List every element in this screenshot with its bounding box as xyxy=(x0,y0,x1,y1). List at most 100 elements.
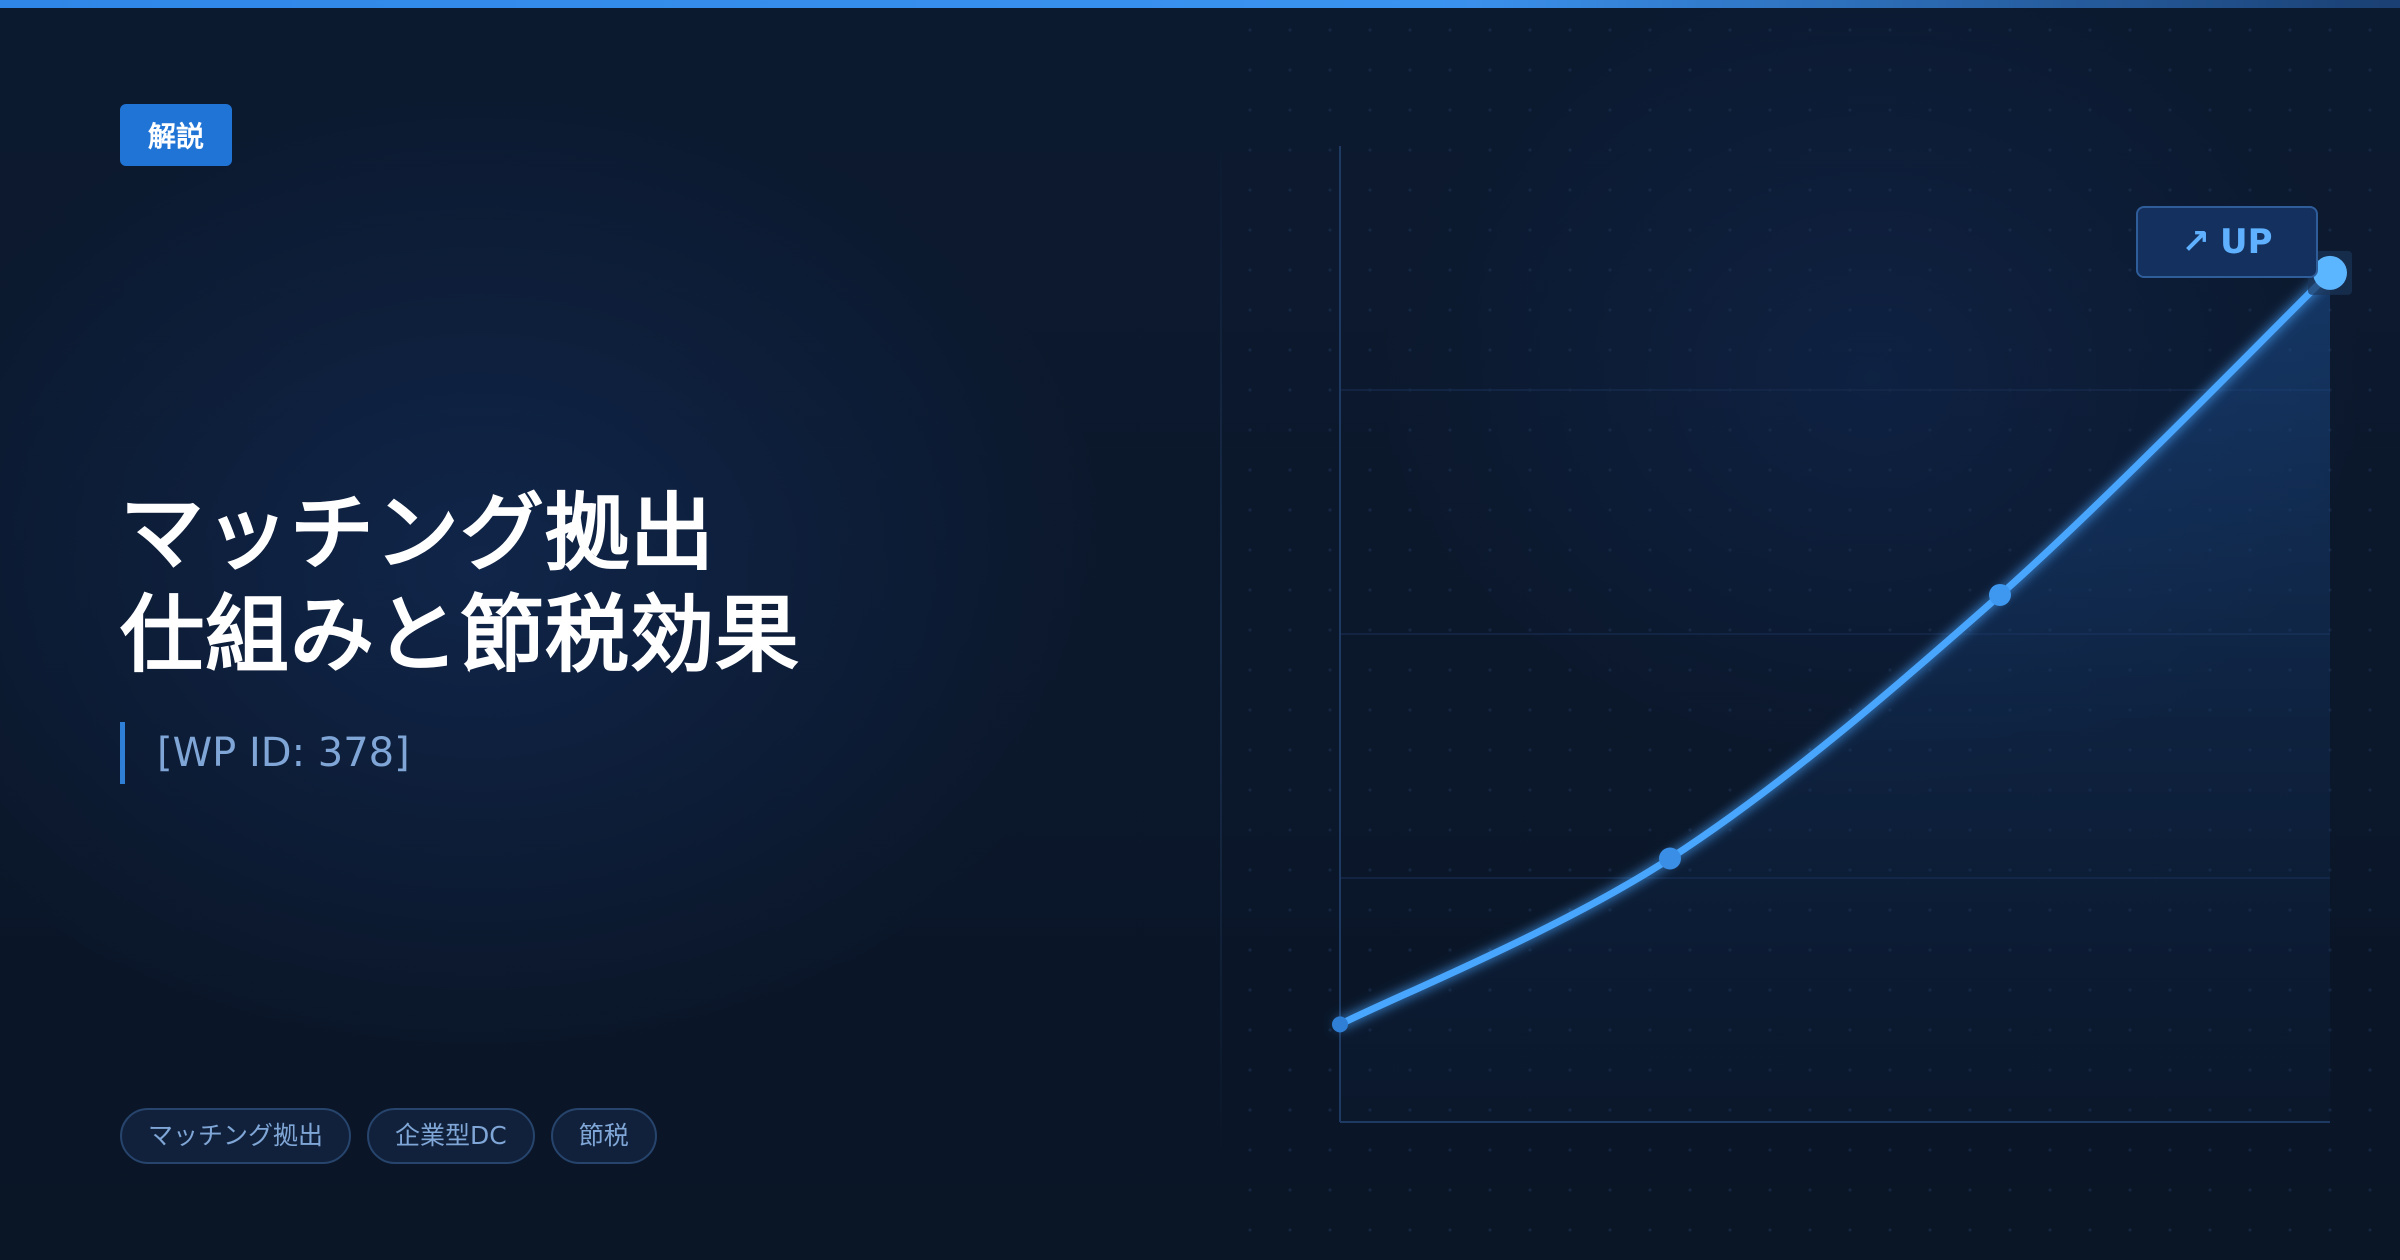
grid-dot xyxy=(1328,228,1332,232)
grid-dot xyxy=(1688,708,1692,712)
grid-dot xyxy=(1288,468,1292,472)
grid-dot xyxy=(2168,188,2172,192)
grid-dot xyxy=(2248,1148,2252,1152)
grid-dot xyxy=(1608,468,1612,472)
grid-dot xyxy=(1248,148,1252,152)
grid-dot xyxy=(2208,28,2212,32)
grid-dot xyxy=(1288,628,1292,632)
grid-dot xyxy=(2368,748,2372,752)
grid-dot xyxy=(1328,748,1332,752)
grid-dot xyxy=(1528,868,1532,872)
grid-dot xyxy=(1728,1188,1732,1192)
grid-dot xyxy=(1568,1148,1572,1152)
grid-dot xyxy=(1368,988,1372,992)
grid-dot xyxy=(1608,428,1612,432)
grid-dot xyxy=(1368,468,1372,472)
grid-dot xyxy=(1248,588,1252,592)
grid-dot xyxy=(2288,28,2292,32)
grid-dot xyxy=(2128,1228,2132,1232)
grid-dot xyxy=(1488,748,1492,752)
grid-dot xyxy=(1568,548,1572,552)
grid-dot xyxy=(1728,148,1732,152)
grid-dot xyxy=(1528,708,1532,712)
grid-dot xyxy=(2368,28,2372,32)
grid-dot xyxy=(1328,108,1332,112)
grid-dot xyxy=(2208,348,2212,352)
grid-dot xyxy=(2248,148,2252,152)
grid-dot xyxy=(2128,148,2132,152)
grid-dot xyxy=(1448,308,1452,312)
grid-dot xyxy=(2328,148,2332,152)
grid-dot xyxy=(2368,1228,2372,1232)
grid-dot xyxy=(1448,1228,1452,1232)
grid-dot xyxy=(2368,108,2372,112)
grid-dot xyxy=(1648,1188,1652,1192)
grid-dot xyxy=(1328,668,1332,672)
grid-dot xyxy=(2368,1188,2372,1192)
grid-dot xyxy=(1488,788,1492,792)
grid-dot xyxy=(1248,988,1252,992)
grid-dot xyxy=(1608,348,1612,352)
grid-dot xyxy=(1288,188,1292,192)
growth-chart xyxy=(1248,28,2372,1232)
grid-dot xyxy=(2368,948,2372,952)
grid-dot xyxy=(1768,108,1772,112)
grid-dot xyxy=(1688,1148,1692,1152)
grid-dot xyxy=(1528,308,1532,312)
grid-dot xyxy=(1688,108,1692,112)
grid-dot xyxy=(1888,668,1892,672)
grid-dot xyxy=(1648,748,1652,752)
grid-dot xyxy=(1808,468,1812,472)
grid-dot xyxy=(1448,108,1452,112)
grid-dot xyxy=(1408,348,1412,352)
grid-dot xyxy=(2248,308,2252,312)
grid-dot xyxy=(2048,228,2052,232)
grid-dot xyxy=(1328,188,1332,192)
grid-dot xyxy=(1328,948,1332,952)
grid-dot xyxy=(1768,588,1772,592)
grid-dot xyxy=(1448,348,1452,352)
grid-dot xyxy=(1328,828,1332,832)
grid-dot xyxy=(1248,428,1252,432)
grid-dot xyxy=(2008,148,2012,152)
grid-dot xyxy=(2088,28,2092,32)
grid-dot xyxy=(1968,188,1972,192)
grid-dot xyxy=(1368,828,1372,832)
grid-dot xyxy=(1408,948,1412,952)
grid-dot xyxy=(1848,348,1852,352)
grid-dot xyxy=(1288,708,1292,712)
grid-dot xyxy=(1928,1188,1932,1192)
grid-dot xyxy=(2368,908,2372,912)
grid-dot xyxy=(1368,868,1372,872)
grid-dot xyxy=(1488,908,1492,912)
grid-dot xyxy=(1568,788,1572,792)
grid-dot xyxy=(2048,308,2052,312)
grid-dot xyxy=(2168,28,2172,32)
grid-dot xyxy=(1928,148,1932,152)
grid-dot xyxy=(1648,468,1652,472)
grid-dot xyxy=(1248,348,1252,352)
grid-dot xyxy=(1888,108,1892,112)
grid-dot xyxy=(1368,228,1372,232)
grid-dot xyxy=(1528,268,1532,272)
grid-dot xyxy=(1808,1188,1812,1192)
grid-dot xyxy=(1568,748,1572,752)
grid-dot xyxy=(1488,548,1492,552)
grid-dot xyxy=(1728,68,1732,72)
grid-dot xyxy=(2368,468,2372,472)
grid-dot xyxy=(2168,308,2172,312)
grid-dot xyxy=(2168,1148,2172,1152)
grid-dot xyxy=(1848,1188,1852,1192)
grid-dot xyxy=(1528,228,1532,232)
grid-dot xyxy=(1528,748,1532,752)
grid-dot xyxy=(2048,1228,2052,1232)
grid-dot xyxy=(1648,148,1652,152)
grid-dot xyxy=(2088,68,2092,72)
grid-dot xyxy=(1568,628,1572,632)
grid-dot xyxy=(1648,308,1652,312)
grid-dot xyxy=(1568,348,1572,352)
grid-dot xyxy=(1448,428,1452,432)
grid-dot xyxy=(1688,308,1692,312)
grid-dot xyxy=(1288,388,1292,392)
grid-dot xyxy=(1368,668,1372,672)
